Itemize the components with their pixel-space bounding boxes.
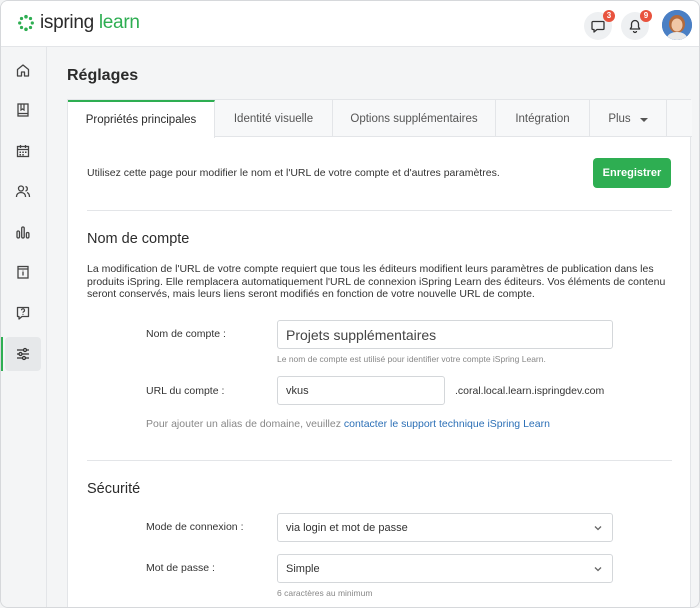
account-name-label: Nom de compte : — [146, 328, 226, 340]
ispring-learn-logo[interactable]: ispring learn — [17, 10, 140, 36]
top-bar: ispring learn 3 9 — [1, 1, 699, 47]
tab-main-properties[interactable]: Propriétés principales — [68, 100, 215, 138]
tab-label: Options supplémentaires — [350, 112, 478, 125]
user-avatar[interactable] — [662, 10, 692, 40]
caret-down-icon — [639, 117, 648, 122]
app-window: ispring learn 3 9 Réglages Propriétés pr… — [0, 0, 700, 608]
divider — [87, 460, 672, 461]
password-hint: 6 caractères au minimum — [277, 588, 373, 598]
tab-label: Identité visuelle — [233, 112, 314, 125]
login-mode-label: Mode de connexion : — [146, 521, 244, 533]
sidebar-item-settings[interactable] — [1, 337, 41, 371]
notifications-button[interactable]: 9 — [621, 10, 652, 40]
password-complexity-select[interactable]: Simple — [277, 554, 613, 583]
tab-more[interactable]: Plus — [590, 100, 667, 137]
page-title: Réglages — [67, 67, 139, 84]
account-section-title: Nom de compte — [87, 231, 190, 247]
tab-integration[interactable]: Intégration — [496, 100, 590, 137]
notifications-badge: 9 — [640, 10, 652, 22]
chevron-down-icon — [594, 567, 602, 572]
select-value: Simple — [286, 562, 320, 575]
chat-icon — [591, 20, 605, 33]
support-link[interactable]: contacter le support technique iSpring L… — [344, 418, 550, 430]
tab-label: Intégration — [515, 112, 570, 125]
tab-visual-identity[interactable]: Identité visuelle — [215, 100, 333, 137]
alias-text: Pour ajouter un alias de domaine, veuill… — [146, 418, 341, 430]
tab-label: Propriétés principales — [85, 114, 197, 126]
account-url-suffix: .coral.local.learn.ispringdev.com — [455, 385, 605, 397]
reports-icon — [16, 226, 30, 239]
account-url-input[interactable]: vkus — [277, 376, 445, 405]
help-icon — [16, 306, 30, 320]
bell-icon — [629, 19, 641, 34]
book-icon — [17, 103, 29, 117]
avatar-photo-icon — [662, 10, 692, 40]
input-value: Projets supplémentaires — [286, 326, 437, 343]
select-value: via login et mot de passe — [286, 521, 408, 534]
home-icon — [16, 64, 30, 77]
account-name-hint: Le nom de compte est utilisé pour identi… — [277, 354, 546, 364]
password-label: Mot de passe : — [146, 562, 215, 574]
tab-additional-options[interactable]: Options supplémentaires — [333, 100, 496, 137]
sidebar-item-info[interactable] — [5, 255, 41, 289]
login-mode-select[interactable]: via login et mot de passe — [277, 513, 613, 542]
save-button[interactable]: Enregistrer — [593, 158, 671, 188]
settings-sliders-icon — [17, 347, 29, 361]
logo-wordmark: ispring learn — [40, 12, 140, 34]
domain-alias-text: Pour ajouter un alias de domaine, veuill… — [146, 418, 550, 430]
sidebar-item-content[interactable] — [5, 93, 41, 127]
account-description: La modification de l'URL de votre compte… — [87, 263, 666, 300]
account-name-input[interactable]: Projets supplémentaires — [277, 320, 613, 349]
sidebar — [1, 47, 47, 607]
sidebar-item-reports[interactable] — [5, 215, 41, 249]
security-section-title: Sécurité — [87, 481, 141, 497]
tab-label: Plus — [608, 112, 631, 125]
messages-badge: 3 — [603, 10, 615, 22]
logo-prefix: ispring — [40, 12, 94, 33]
users-icon — [15, 185, 31, 198]
divider — [87, 210, 672, 211]
sidebar-item-help[interactable] — [5, 296, 41, 330]
settings-tabs: Propriétés principales Identité visuelle… — [68, 100, 692, 138]
settings-card: Propriétés principales Identité visuelle… — [67, 99, 692, 607]
chevron-down-icon — [594, 526, 602, 531]
account-url-label: URL du compte : — [146, 385, 225, 397]
ispring-logo-icon — [18, 14, 34, 32]
intro-text: Utilisez cette page pour modifier le nom… — [87, 167, 500, 179]
messages-button[interactable]: 3 — [584, 10, 615, 40]
input-value: vkus — [286, 384, 309, 397]
sidebar-item-home[interactable] — [5, 53, 41, 87]
calendar-icon — [16, 145, 30, 158]
logo-suffix: learn — [98, 12, 140, 33]
sidebar-item-calendar[interactable] — [5, 134, 41, 168]
sidebar-item-users[interactable] — [5, 174, 41, 208]
info-board-icon — [17, 265, 29, 279]
